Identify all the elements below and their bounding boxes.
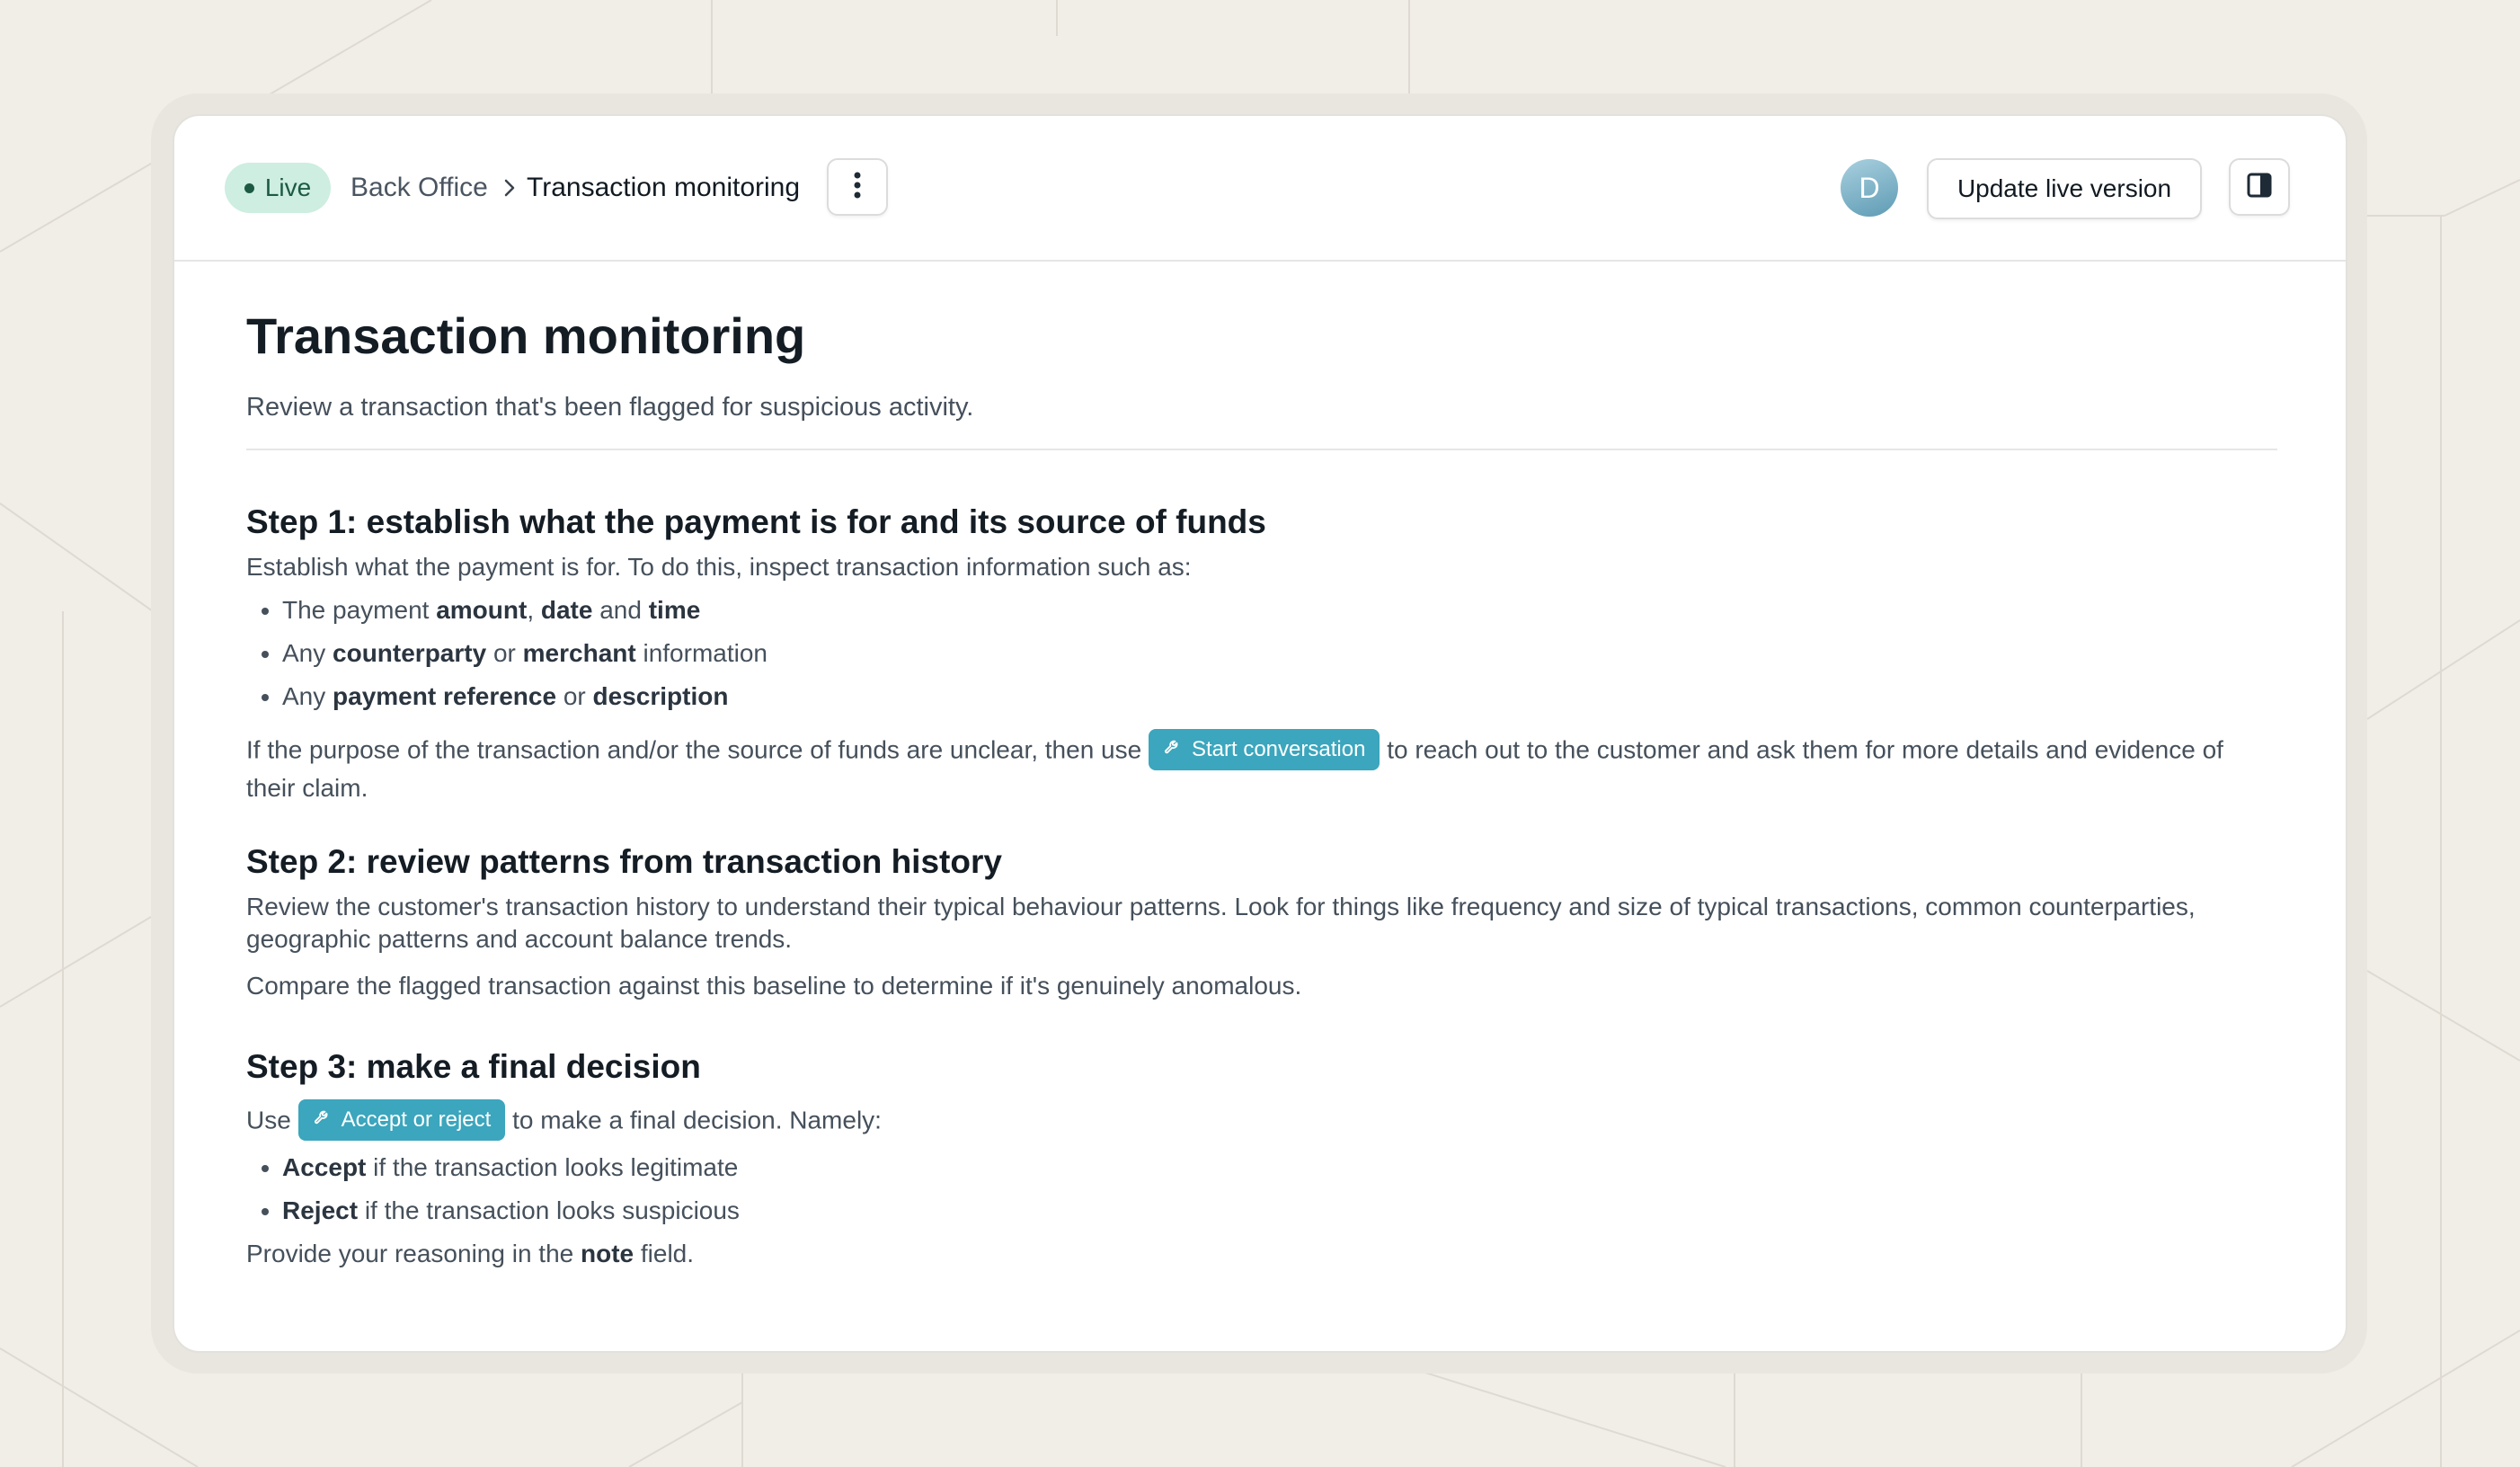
wrench-icon	[313, 1104, 333, 1136]
list-item: Reject if the transaction looks suspicio…	[282, 1195, 2277, 1227]
user-avatar[interactable]: D	[1841, 159, 1898, 217]
divider	[246, 449, 2277, 450]
more-options-button[interactable]	[827, 158, 888, 216]
document-content: Transaction monitoring Review a transact…	[246, 305, 2277, 1270]
step-1-list: The payment amount, date and time Any co…	[246, 594, 2277, 713]
toggle-panel-button[interactable]	[2229, 158, 2290, 216]
accept-or-reject-tool-button[interactable]: Accept or reject	[297, 1099, 506, 1141]
page-subtitle: Review a transaction that's been flagged…	[246, 393, 974, 422]
list-item: Accept if the transaction looks legitima…	[282, 1151, 2277, 1184]
page-title: Transaction monitoring	[246, 307, 806, 364]
sidebar-panel-icon	[2247, 173, 2272, 202]
live-status-badge: Live	[225, 163, 331, 213]
step-3-intro: Use Accept or reject to make a final dec…	[246, 1099, 2277, 1142]
step-3-list: Accept if the transaction looks legitima…	[246, 1151, 2277, 1227]
update-live-version-button[interactable]: Update live version	[1927, 158, 2202, 219]
step-3-final: Provide your reasoning in the note field…	[246, 1240, 695, 1267]
step-2-paragraph-2: Compare the flagged transaction against …	[246, 972, 1302, 1000]
breadcrumb-current: Transaction monitoring	[527, 173, 801, 202]
step-1-intro: Establish what the payment is for. To do…	[246, 553, 1192, 581]
status-dot-icon	[244, 182, 254, 193]
step-1-heading: Step 1: establish what the payment is fo…	[246, 503, 1266, 540]
step-2-heading: Step 2: review patterns from transaction…	[246, 843, 1002, 880]
step-3-heading: Step 3: make a final decision	[246, 1048, 701, 1085]
start-conversation-tool-button[interactable]: Start conversation	[1148, 729, 1380, 770]
chevron-right-icon	[501, 116, 518, 260]
status-label: Live	[264, 173, 312, 201]
step-2-paragraph-1: Review the customer's transaction histor…	[246, 893, 2196, 953]
wrench-icon	[1163, 734, 1183, 766]
vertical-ellipsis-icon	[853, 171, 862, 204]
list-item: Any payment reference or description	[282, 680, 2277, 713]
document-card: Live Back Office Transaction monitoring …	[173, 114, 2347, 1353]
breadcrumb-parent[interactable]: Back Office	[350, 116, 488, 260]
top-bar: Live Back Office Transaction monitoring …	[174, 116, 2346, 262]
step-1-paragraph: If the purpose of the transaction and/or…	[246, 729, 2277, 805]
list-item: Any counterparty or merchant information	[282, 637, 2277, 670]
list-item: The payment amount, date and time	[282, 594, 2277, 627]
